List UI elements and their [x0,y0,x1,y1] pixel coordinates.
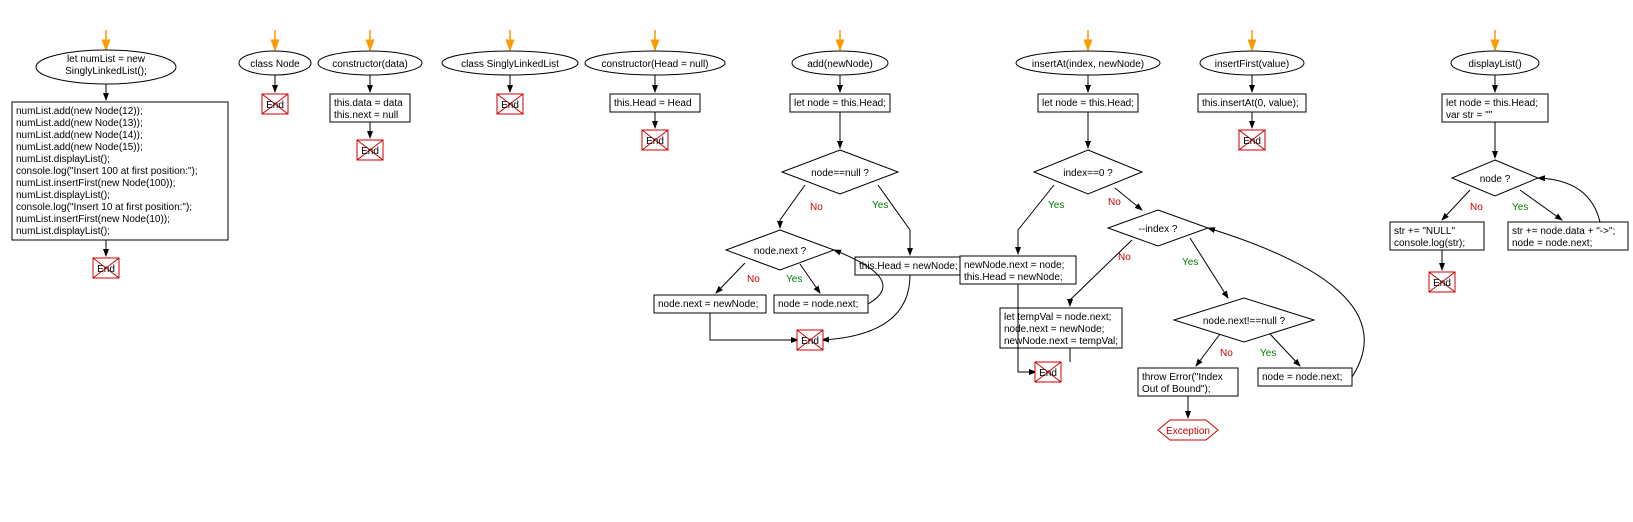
svg-text:End: End [1433,278,1451,289]
svg-text:this.Head = newNode;: this.Head = newNode; [859,261,958,272]
svg-text:let node = this.Head;: let node = this.Head; [1042,98,1134,109]
svg-text:numList.displayList();: numList.displayList(); [16,190,110,201]
flowchart-svg: let numList = new SinglyLinkedList(); nu… [10,10,1633,512]
svg-text:displayList(): displayList() [1468,59,1521,70]
svg-text:numList.displayList();: numList.displayList(); [16,226,110,237]
flow-constructor-head: constructor(Head = null) this.Head = Hea… [585,30,725,150]
flow-main-start-line2: SinglyLinkedList(); [65,66,147,77]
svg-text:newNode.next = node;: newNode.next = node; [964,260,1064,271]
svg-text:node.next = newNode;: node.next = newNode; [658,299,758,310]
svg-text:Yes: Yes [1048,200,1064,211]
svg-text:insertFirst(value): insertFirst(value) [1215,59,1289,70]
svg-text:numList.add(new Node(15));: numList.add(new Node(15)); [16,142,143,153]
svg-text:var str = "": var str = "" [1446,110,1493,121]
svg-text:this.data = data: this.data = data [334,98,403,109]
svg-text:--index ?: --index ? [1139,224,1178,235]
svg-text:numList.add(new Node(13));: numList.add(new Node(13)); [16,118,143,129]
svg-text:node = node.next;: node = node.next; [778,299,858,310]
flow-class-sll: class SinglyLinkedList End [442,30,578,114]
svg-text:End: End [801,336,819,347]
flow-add: add(newNode) let node = this.Head; node=… [654,30,967,350]
svg-text:Out of Bound");: Out of Bound"); [1142,384,1211,395]
svg-text:node.next!==null ?: node.next!==null ? [1203,316,1286,327]
svg-text:Yes: Yes [1260,348,1276,359]
svg-text:No: No [1118,252,1131,263]
svg-text:End: End [97,264,115,275]
svg-text:class SinglyLinkedList: class SinglyLinkedList [461,59,559,70]
svg-text:numList.add(new Node(14));: numList.add(new Node(14)); [16,130,143,141]
svg-text:let node = this.Head;: let node = this.Head; [794,98,886,109]
svg-text:throw Error("Index: throw Error("Index [1142,372,1223,383]
flow-constructor-data: constructor(data) this.data = datathis.n… [318,30,422,160]
svg-text:this.Head = Head: this.Head = Head [614,98,692,109]
svg-text:console.log(str);: console.log(str); [1394,238,1465,249]
svg-text:No: No [810,202,823,213]
flow-displaylist: displayList() let node = this.Head;var s… [1390,30,1628,292]
svg-text:node ?: node ? [1480,174,1511,185]
svg-text:console.log("Insert 100 at fir: console.log("Insert 100 at first positio… [16,166,198,177]
svg-text:str += node.data + "->";: str += node.data + "->"; [1512,226,1615,237]
svg-text:End: End [266,100,284,111]
svg-text:numList.displayList();: numList.displayList(); [16,154,110,165]
svg-text:this.Head = newNode;: this.Head = newNode; [964,272,1063,283]
svg-text:numList.insertFirst(new Node(1: numList.insertFirst(new Node(100)); [16,178,176,189]
svg-text:Yes: Yes [786,274,802,285]
svg-text:str += "NULL": str += "NULL" [1394,226,1455,237]
svg-text:Yes: Yes [872,200,888,211]
svg-text:node.next ?: node.next ? [754,246,807,257]
svg-text:No: No [1470,202,1483,213]
svg-text:End: End [1039,368,1057,379]
svg-text:No: No [747,274,760,285]
svg-text:End: End [1243,136,1261,147]
svg-text:End: End [646,136,664,147]
svg-text:constructor(Head = null): constructor(Head = null) [602,59,709,70]
flow-class-node: class Node End [239,30,311,114]
svg-text:End: End [501,100,519,111]
svg-text:Yes: Yes [1182,257,1198,268]
flow-main-start-line1: let numList = new [67,54,146,65]
svg-text:add(newNode): add(newNode) [807,59,873,70]
svg-text:console.log("Insert 10 at firs: console.log("Insert 10 at first position… [16,202,192,213]
svg-text:node.next = newNode;: node.next = newNode; [1004,324,1104,335]
svg-text:this.insertAt(0, value);: this.insertAt(0, value); [1202,98,1299,109]
svg-text:let tempVal = node.next;: let tempVal = node.next; [1004,312,1111,323]
svg-text:Exception: Exception [1166,426,1210,437]
svg-text:node = node.next;: node = node.next; [1512,238,1592,249]
svg-text:insertAt(index, newNode): insertAt(index, newNode) [1032,59,1144,70]
flow-insertfirst: insertFirst(value) this.insertAt(0, valu… [1198,30,1306,150]
svg-text:index==0 ?: index==0 ? [1063,168,1113,179]
flow-main: let numList = new SinglyLinkedList(); nu… [12,30,228,278]
end-shape: End [93,258,119,278]
svg-text:node = node.next;: node = node.next; [1262,372,1342,383]
svg-text:constructor(data): constructor(data) [332,59,408,70]
svg-text:node==null ?: node==null ? [811,168,869,179]
svg-text:newNode.next = tempVal;: newNode.next = tempVal; [1004,336,1118,347]
svg-text:numList.add(new Node(12));: numList.add(new Node(12)); [16,106,143,117]
svg-text:No: No [1220,348,1233,359]
flow-insertat: insertAt(index, newNode) let node = this… [960,30,1364,440]
svg-text:No: No [1108,197,1121,208]
svg-text:let node = this.Head;: let node = this.Head; [1446,98,1538,109]
svg-text:numList.insertFirst(new Node(1: numList.insertFirst(new Node(10)); [16,214,170,225]
svg-text:Yes: Yes [1512,202,1528,213]
svg-text:End: End [361,146,379,157]
svg-text:class Node: class Node [250,59,300,70]
svg-text:this.next = null: this.next = null [334,110,398,121]
